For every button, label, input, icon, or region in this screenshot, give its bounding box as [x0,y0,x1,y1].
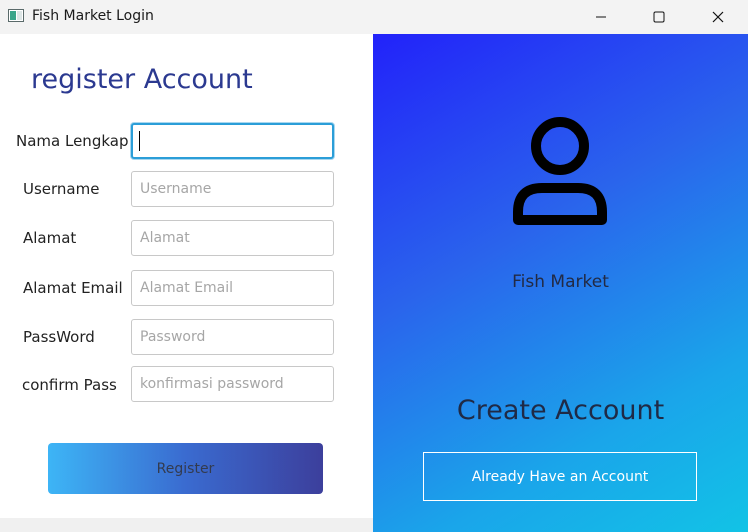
create-account-heading: Create Account [456,395,665,426]
email-label: Alamat Email [23,279,123,297]
username-input[interactable] [131,171,334,207]
minimize-button[interactable] [572,0,630,34]
already-have-account-button[interactable]: Already Have an Account [423,452,697,501]
window-bottom-edge [0,518,373,532]
window-title: Fish Market Login [32,8,154,24]
create-account-panel: Fish Market Create Account Already Have … [373,34,748,532]
confirm-password-input[interactable] [131,366,334,402]
address-input[interactable] [131,220,334,256]
minimize-icon [596,16,606,18]
title-bar: Fish Market Login [0,0,748,34]
brand-name: Fish Market [512,272,609,292]
maximize-icon [653,11,665,23]
user-icon [513,117,607,225]
address-label: Alamat [23,229,77,247]
username-label: Username [23,180,100,198]
app-icon [8,9,24,22]
confirm-password-label: confirm Pass [22,376,117,394]
register-panel: register Account Nama Lengkap Username A… [0,34,373,518]
close-icon [712,11,724,23]
page-title: register Account [31,64,253,95]
password-input[interactable] [131,319,334,355]
full-name-label: Nama Lengkap [16,132,129,150]
register-button[interactable]: Register [48,443,323,494]
password-label: PassWord [23,328,95,346]
email-input[interactable] [131,270,334,306]
full-name-input[interactable] [131,123,334,159]
maximize-button[interactable] [630,0,688,34]
text-caret [139,131,140,151]
close-button[interactable] [689,0,747,34]
